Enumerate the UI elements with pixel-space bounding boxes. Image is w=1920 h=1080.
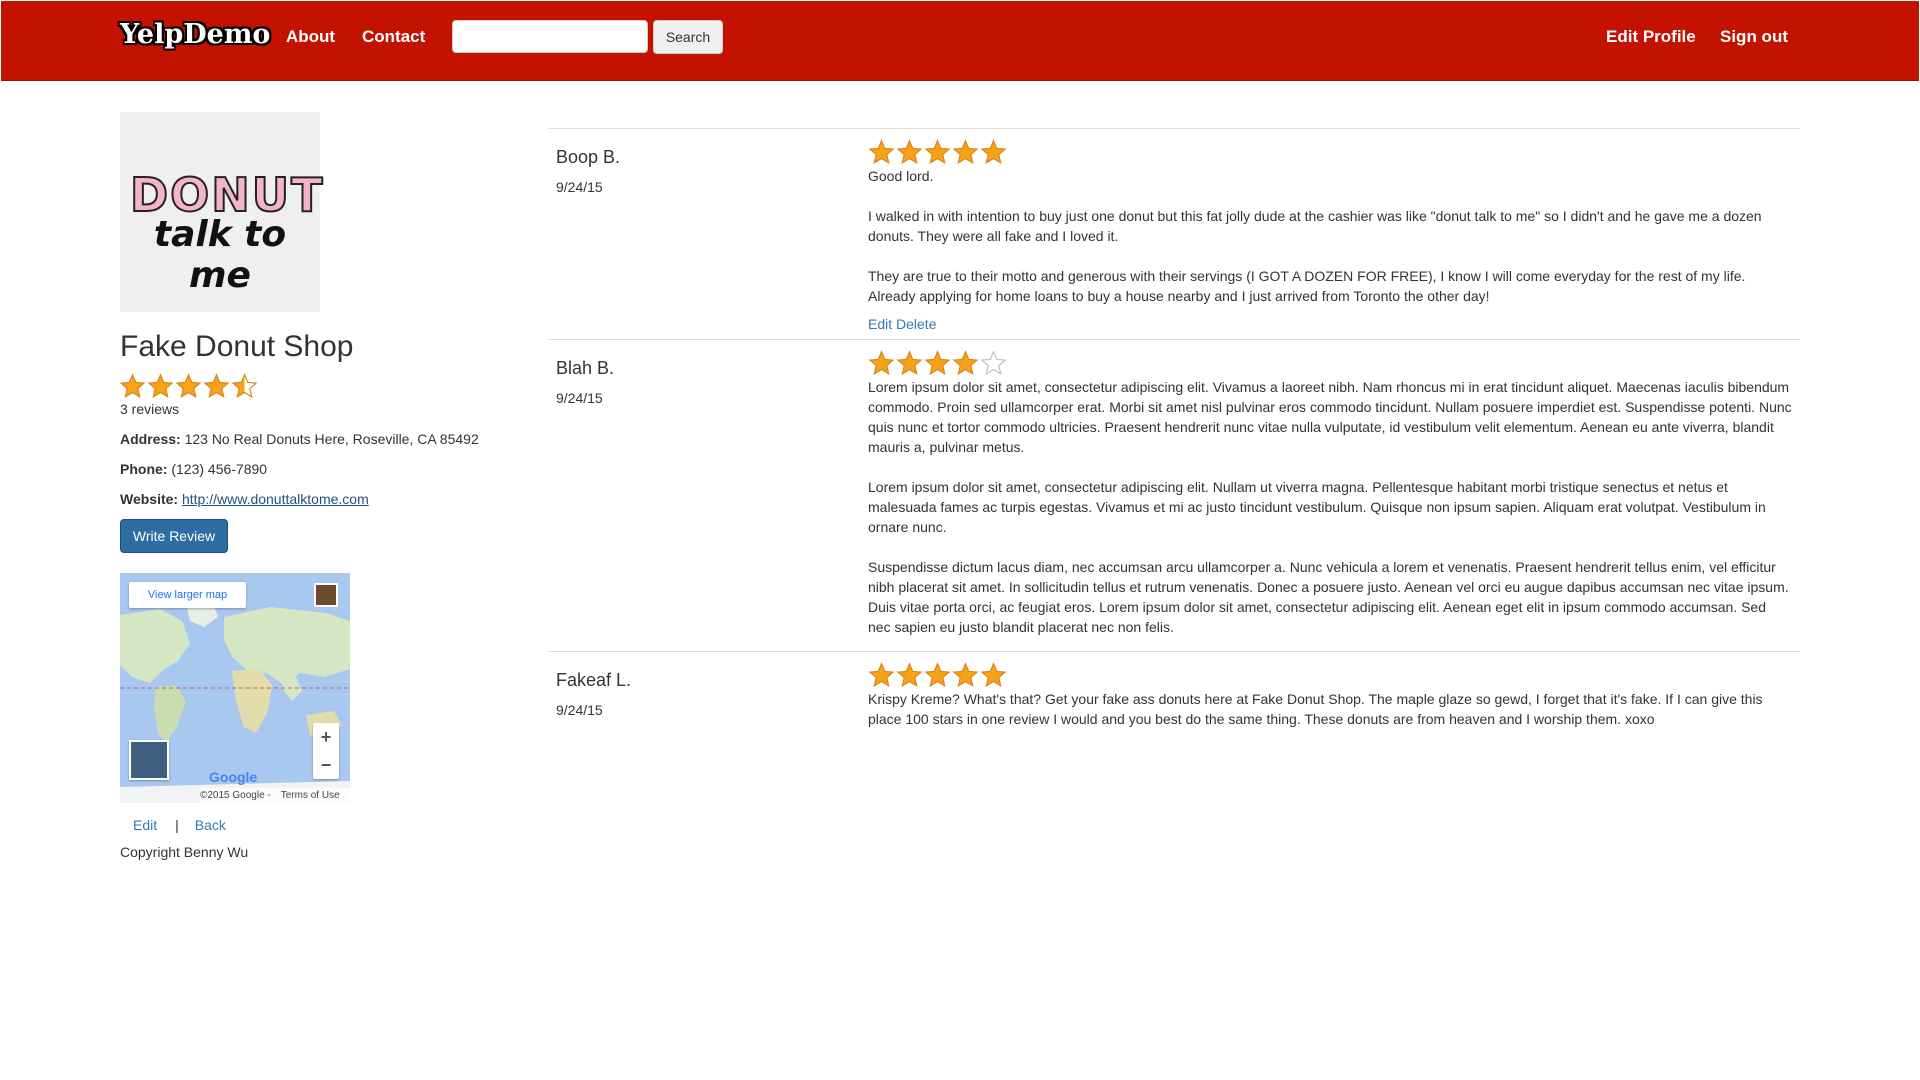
address-label: Address: bbox=[120, 431, 181, 447]
review-date: 9/24/15 bbox=[556, 390, 603, 406]
reviewer-name: Boop B. bbox=[556, 147, 621, 167]
street-view-pegman-icon[interactable] bbox=[314, 583, 338, 607]
review-item: Blah B. 9/24/15 Lorem ipsum dolor sit am… bbox=[548, 339, 1800, 651]
star-icon bbox=[868, 662, 895, 688]
write-review-button[interactable]: Write Review bbox=[120, 519, 228, 553]
review-date: 9/24/15 bbox=[556, 179, 603, 195]
review-rating-stars bbox=[868, 350, 1792, 377]
phone-label: Phone: bbox=[120, 461, 168, 477]
shop-logo-tagline: talk to me bbox=[153, 214, 287, 296]
star-icon bbox=[119, 373, 146, 399]
edit-shop-link[interactable]: Edit bbox=[133, 817, 157, 833]
star-icon bbox=[868, 139, 895, 165]
star-icon bbox=[952, 139, 979, 165]
review-rating-stars bbox=[868, 662, 1792, 689]
review-actions: Edit Delete bbox=[868, 316, 1792, 332]
review-paragraph: They are true to their motto and generou… bbox=[868, 268, 1746, 304]
back-link[interactable]: Back bbox=[195, 817, 226, 833]
review-meta: Fakeaf L. 9/24/15 bbox=[556, 670, 856, 718]
review-content: Lorem ipsum dolor sit amet, consectetur … bbox=[868, 340, 1800, 637]
review-content: Krispy Kreme? What's that? Get your fake… bbox=[868, 652, 1800, 729]
copyright-text: Copyright Benny Wu bbox=[120, 844, 249, 860]
edit-review-link[interactable]: Edit bbox=[868, 316, 892, 332]
star-icon bbox=[868, 350, 895, 376]
nav-edit-profile-link[interactable]: Edit Profile bbox=[1606, 27, 1696, 47]
star-icon bbox=[896, 662, 923, 688]
google-logo: Google bbox=[209, 769, 258, 785]
star-icon bbox=[175, 373, 202, 399]
review-item: Fakeaf L. 9/24/15 Krispy Kreme? What's t… bbox=[548, 651, 1800, 742]
reviews-list: Boop B. 9/24/15 Good lord. I walked in w… bbox=[548, 128, 1800, 742]
star-icon bbox=[980, 662, 1007, 688]
map-zoom-controls: + − bbox=[313, 723, 339, 779]
review-content: Good lord. I walked in with intention to… bbox=[868, 129, 1800, 332]
footer-separator: | bbox=[175, 817, 179, 833]
nav-contact-link[interactable]: Contact bbox=[362, 27, 425, 47]
nav-about-link[interactable]: About bbox=[286, 27, 335, 47]
star-icon bbox=[980, 139, 1007, 165]
nav-sign-out-link[interactable]: Sign out bbox=[1720, 27, 1788, 47]
zoom-in-button[interactable]: + bbox=[313, 723, 339, 751]
search-button[interactable]: Search bbox=[653, 20, 723, 54]
star-icon bbox=[896, 139, 923, 165]
review-paragraph: Suspendisse dictum lacus diam, nec accum… bbox=[868, 559, 1789, 635]
website-label: Website: bbox=[120, 491, 179, 507]
shop-logo-image: DONUT talk to me bbox=[120, 112, 324, 312]
website-link[interactable]: http://www.donuttalktome.com bbox=[182, 491, 369, 507]
review-meta: Boop B. 9/24/15 bbox=[556, 147, 856, 195]
shop-phone: Phone: (123) 456-7890 bbox=[120, 461, 267, 477]
review-paragraph: Krispy Kreme? What's that? Get your fake… bbox=[868, 691, 1763, 727]
shop-website: Website: http://www.donuttalktome.com bbox=[120, 491, 369, 507]
top-navbar: YelpDemo About Contact Search Edit Profi… bbox=[1, 1, 1919, 81]
review-count: 3 reviews bbox=[120, 401, 180, 417]
map-attribution: ©2015 Google - Terms of Use bbox=[200, 788, 350, 803]
delete-review-link[interactable]: Delete bbox=[896, 316, 936, 332]
review-body: Lorem ipsum dolor sit amet, consectetur … bbox=[868, 377, 1792, 637]
satellite-toggle-button[interactable] bbox=[129, 740, 169, 780]
star-icon bbox=[896, 350, 923, 376]
star-icon bbox=[924, 350, 951, 376]
star-icon bbox=[203, 373, 230, 399]
brand-logo[interactable]: YelpDemo bbox=[120, 19, 270, 50]
map-copyright: ©2015 Google - bbox=[200, 790, 271, 801]
reviewer-name: Blah B. bbox=[556, 358, 615, 378]
star-icon bbox=[952, 350, 979, 376]
phone-value: (123) 456-7890 bbox=[171, 461, 268, 477]
star-icon bbox=[924, 139, 951, 165]
review-paragraph: Lorem ipsum dolor sit amet, consectetur … bbox=[868, 479, 1766, 535]
review-paragraph: Good lord. bbox=[868, 168, 934, 184]
star-icon bbox=[924, 662, 951, 688]
review-paragraph: I walked in with intention to buy just o… bbox=[868, 208, 1762, 244]
star-icon bbox=[952, 662, 979, 688]
review-date: 9/24/15 bbox=[556, 702, 603, 718]
footer-links: Edit | Back bbox=[133, 817, 226, 833]
review-rating-stars bbox=[868, 139, 1792, 166]
star-icon bbox=[231, 373, 258, 399]
review-item: Boop B. 9/24/15 Good lord. I walked in w… bbox=[548, 128, 1800, 339]
map-terms-link[interactable]: Terms of Use bbox=[281, 790, 340, 801]
address-value: 123 No Real Donuts Here, Roseville, CA 8… bbox=[184, 431, 479, 447]
shop-address: Address: 123 No Real Donuts Here, Rosevi… bbox=[120, 431, 479, 447]
review-meta: Blah B. 9/24/15 bbox=[556, 358, 856, 406]
review-body: Krispy Kreme? What's that? Get your fake… bbox=[868, 689, 1792, 729]
review-paragraph: Lorem ipsum dolor sit amet, consectetur … bbox=[868, 379, 1792, 455]
embedded-map[interactable]: View larger map + − Google ©2015 Google … bbox=[120, 573, 350, 803]
view-larger-map-link[interactable]: View larger map bbox=[129, 582, 246, 608]
shop-rating-stars bbox=[119, 373, 258, 400]
search-input[interactable] bbox=[452, 20, 648, 53]
star-icon bbox=[147, 373, 174, 399]
zoom-out-button[interactable]: − bbox=[313, 751, 339, 779]
star-icon bbox=[980, 350, 1007, 376]
review-body: Good lord. I walked in with intention to… bbox=[868, 166, 1792, 306]
shop-name-heading: Fake Donut Shop bbox=[120, 330, 354, 363]
reviewer-name: Fakeaf L. bbox=[556, 670, 632, 690]
